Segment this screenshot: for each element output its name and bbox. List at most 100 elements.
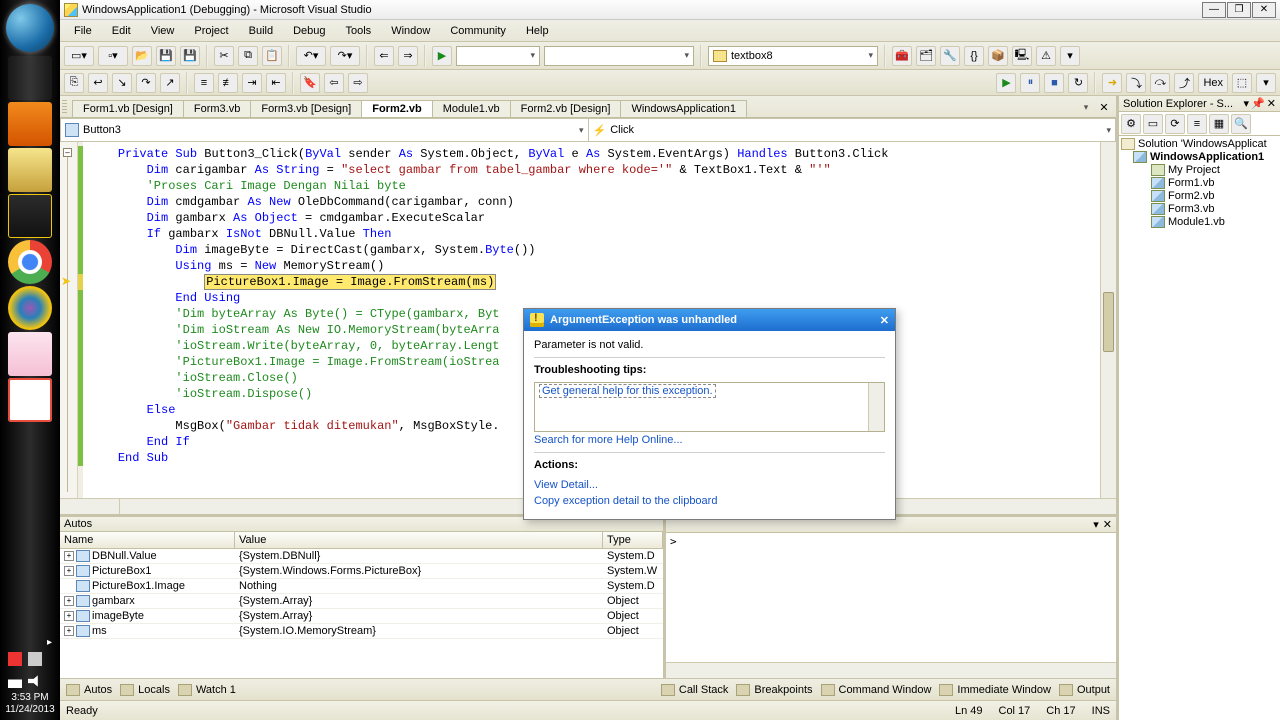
bottom-tab-command[interactable]: Command Window bbox=[839, 684, 932, 696]
properties-button[interactable]: 🔧 bbox=[940, 46, 960, 66]
new-project-button[interactable]: ▭▾ bbox=[64, 46, 94, 66]
solution-tree[interactable]: Solution 'WindowsApplicat WindowsApplica… bbox=[1119, 136, 1280, 720]
menu-edit[interactable]: Edit bbox=[102, 23, 141, 39]
bookmark-button[interactable]: 🔖 bbox=[300, 73, 320, 93]
save-button[interactable]: 💾 bbox=[156, 46, 176, 66]
autos-row[interactable]: +gambarx{System.Array}Object bbox=[60, 594, 663, 609]
outdent-button[interactable]: ⇤ bbox=[266, 73, 286, 93]
bottom-tab-watch[interactable]: Watch 1 bbox=[196, 684, 236, 696]
view-code-button[interactable]: ≡ bbox=[1187, 114, 1207, 134]
uncomment-button[interactable]: ≢ bbox=[218, 73, 238, 93]
tab-form2[interactable]: Form2.vb bbox=[361, 100, 433, 117]
comment-button[interactable]: ≡ bbox=[194, 73, 214, 93]
firefox-icon[interactable] bbox=[8, 102, 52, 146]
nav-fwd-button[interactable]: ⇒ bbox=[398, 46, 418, 66]
pane-position-button[interactable]: ▾ bbox=[1093, 518, 1099, 531]
paint-icon[interactable] bbox=[8, 332, 52, 376]
solution-platform-select[interactable]: ▾ bbox=[544, 46, 694, 66]
step-over2-button[interactable]: ⤼ bbox=[1150, 73, 1170, 93]
solution-config-select[interactable]: ▾ bbox=[456, 46, 540, 66]
menu-help[interactable]: Help bbox=[516, 23, 559, 39]
tab-form2-design[interactable]: Form2.vb [Design] bbox=[510, 100, 622, 117]
prev-bookmark-button[interactable]: ⇦ bbox=[324, 73, 344, 93]
cmd-hscrollbar[interactable] bbox=[666, 662, 1116, 678]
editor-vscrollbar[interactable] bbox=[1100, 142, 1116, 498]
tab-form3[interactable]: Form3.vb bbox=[183, 100, 251, 117]
start-debug-button[interactable]: ▶ bbox=[432, 46, 452, 66]
tab-form3-design[interactable]: Form3.vb [Design] bbox=[250, 100, 362, 117]
menu-project[interactable]: Project bbox=[184, 23, 238, 39]
search-online-link[interactable]: Search for more Help Online... bbox=[534, 432, 885, 448]
pane-close-button[interactable]: ✕ bbox=[1103, 518, 1112, 531]
command-window[interactable]: > bbox=[666, 533, 1116, 662]
error-list-button[interactable]: ⚠ bbox=[1036, 46, 1056, 66]
hex-toggle[interactable]: Hex bbox=[1198, 73, 1228, 93]
stop-button[interactable]: ■ bbox=[1044, 73, 1064, 93]
object-dropdown[interactable]: Button3▾ bbox=[61, 119, 588, 141]
step-out-button[interactable]: ↗ bbox=[160, 73, 180, 93]
copy-button[interactable]: ⧉ bbox=[238, 46, 258, 66]
breakpoints-window-button[interactable]: ⬚ bbox=[1232, 73, 1252, 93]
clock[interactable]: 3:53 PM 11/24/2013 bbox=[0, 692, 60, 720]
autos-columns[interactable]: Name Value Type bbox=[60, 532, 663, 549]
undo-button[interactable]: ↶▾ bbox=[296, 46, 326, 66]
menu-window[interactable]: Window bbox=[381, 23, 440, 39]
tray-signal-icon[interactable] bbox=[8, 674, 22, 688]
menu-view[interactable]: View bbox=[141, 23, 185, 39]
menu-community[interactable]: Community bbox=[440, 23, 516, 39]
tray-antivirus-icon[interactable] bbox=[8, 652, 22, 666]
view-detail-link[interactable]: View Detail... bbox=[534, 477, 885, 493]
tray-volume-icon[interactable] bbox=[28, 674, 42, 688]
pane-pin-button[interactable]: 📌 bbox=[1251, 97, 1265, 110]
winamp-icon[interactable] bbox=[8, 194, 52, 238]
pause-button[interactable]: ⏸ bbox=[1020, 73, 1040, 93]
toolbox-button[interactable]: 🧰 bbox=[892, 46, 912, 66]
tips-scrollbar[interactable] bbox=[868, 383, 884, 431]
bottom-tab-breakpoints[interactable]: Breakpoints bbox=[754, 684, 812, 696]
start-button[interactable] bbox=[6, 4, 54, 52]
nav-back-button[interactable]: ⇐ bbox=[374, 46, 394, 66]
indent-button[interactable]: ⇥ bbox=[242, 73, 262, 93]
save-all-button[interactable]: 💾 bbox=[180, 46, 200, 66]
cut-button[interactable]: ✂ bbox=[214, 46, 234, 66]
autos-row[interactable]: +ms{System.IO.MemoryStream}Object bbox=[60, 624, 663, 639]
pane-position-button[interactable]: ▾ bbox=[1244, 97, 1250, 110]
toolbar-options-button[interactable]: ▾ bbox=[1060, 46, 1080, 66]
menu-file[interactable]: File bbox=[64, 23, 102, 39]
debug-options-button[interactable]: ▾ bbox=[1256, 73, 1276, 93]
open-button[interactable]: 📂 bbox=[132, 46, 152, 66]
view-designer-button[interactable]: ▦ bbox=[1209, 114, 1229, 134]
solution-button[interactable]: 🗂 bbox=[916, 46, 936, 66]
properties-button[interactable]: ⚙ bbox=[1121, 114, 1141, 134]
autos-row[interactable]: +DBNull.Value{System.DBNull}System.D bbox=[60, 549, 663, 564]
minimize-button[interactable]: — bbox=[1202, 2, 1226, 18]
step-over-button[interactable]: ↷ bbox=[136, 73, 156, 93]
menu-debug[interactable]: Debug bbox=[283, 23, 335, 39]
show-next-stmt-button[interactable]: ➜ bbox=[1102, 73, 1122, 93]
find-select[interactable]: textbox8▾ bbox=[708, 46, 878, 66]
autos-row[interactable]: PictureBox1.ImageNothingSystem.D bbox=[60, 579, 663, 594]
view-class-button[interactable]: 🔍 bbox=[1231, 114, 1251, 134]
visual-studio-icon[interactable] bbox=[8, 56, 52, 100]
bottom-tab-immediate[interactable]: Immediate Window bbox=[957, 684, 1051, 696]
refresh-button[interactable]: ⟳ bbox=[1165, 114, 1185, 134]
chrome-icon[interactable] bbox=[8, 240, 52, 284]
bottom-tab-locals[interactable]: Locals bbox=[138, 684, 170, 696]
step-into-button[interactable]: ↘ bbox=[112, 73, 132, 93]
class-view-button[interactable]: 📦 bbox=[988, 46, 1008, 66]
bottom-tab-callstack[interactable]: Call Stack bbox=[679, 684, 729, 696]
active-files-button[interactable]: ▾ bbox=[1078, 99, 1094, 115]
programs-icon[interactable] bbox=[8, 378, 52, 422]
show-next-button[interactable]: ⎘ bbox=[64, 73, 84, 93]
explorer-icon[interactable] bbox=[8, 148, 52, 192]
menu-build[interactable]: Build bbox=[239, 23, 283, 39]
bottom-tab-output[interactable]: Output bbox=[1077, 684, 1110, 696]
close-button[interactable]: ✕ bbox=[1252, 2, 1276, 18]
menu-tools[interactable]: Tools bbox=[336, 23, 382, 39]
paint-shop-icon[interactable] bbox=[8, 286, 52, 330]
tab-module1[interactable]: Module1.vb bbox=[432, 100, 511, 117]
event-dropdown[interactable]: ⚡Click▾ bbox=[588, 119, 1116, 141]
continue-button[interactable]: ▶ bbox=[996, 73, 1016, 93]
server-button[interactable]: 🖳 bbox=[1012, 46, 1032, 66]
tab-form1-design[interactable]: Form1.vb [Design] bbox=[72, 100, 184, 117]
